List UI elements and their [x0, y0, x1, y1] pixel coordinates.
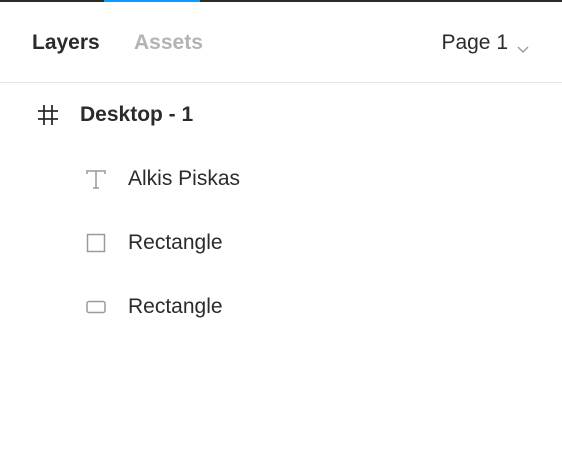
frame-icon: [36, 103, 60, 127]
rounded-rectangle-icon: [84, 295, 108, 319]
chevron-down-icon: [516, 36, 530, 53]
page-select-label: Page 1: [441, 31, 508, 54]
panel-header: Layers Assets Page 1: [0, 2, 562, 83]
layer-list: Desktop - 1 Alkis Piskas Rectangle Recta…: [0, 83, 562, 339]
layer-row-alkis-piskas[interactable]: Alkis Piskas: [0, 147, 562, 211]
square-icon: [84, 231, 108, 255]
layer-row-rectangle-1[interactable]: Rectangle: [0, 211, 562, 275]
page-select[interactable]: Page 1: [441, 29, 530, 57]
layer-row-desktop-1[interactable]: Desktop - 1: [0, 83, 562, 147]
layer-label: Alkis Piskas: [128, 167, 241, 190]
layer-label: Desktop - 1: [80, 103, 194, 126]
tab-assets[interactable]: Assets: [134, 29, 203, 57]
layer-row-rectangle-2[interactable]: Rectangle: [0, 275, 562, 339]
layer-label: Rectangle: [128, 231, 223, 254]
tab-layers[interactable]: Layers: [32, 29, 100, 57]
layers-panel: Layers Assets Page 1 Desktop - 1 Alkis P…: [0, 0, 562, 474]
layer-label: Rectangle: [128, 295, 223, 318]
text-icon: [84, 167, 108, 191]
